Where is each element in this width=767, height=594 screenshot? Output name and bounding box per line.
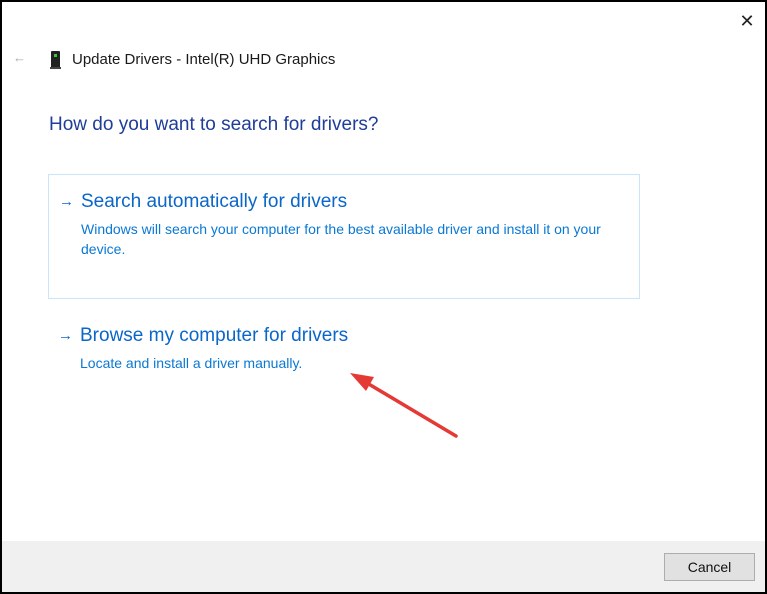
annotation-arrow-icon xyxy=(350,373,458,438)
